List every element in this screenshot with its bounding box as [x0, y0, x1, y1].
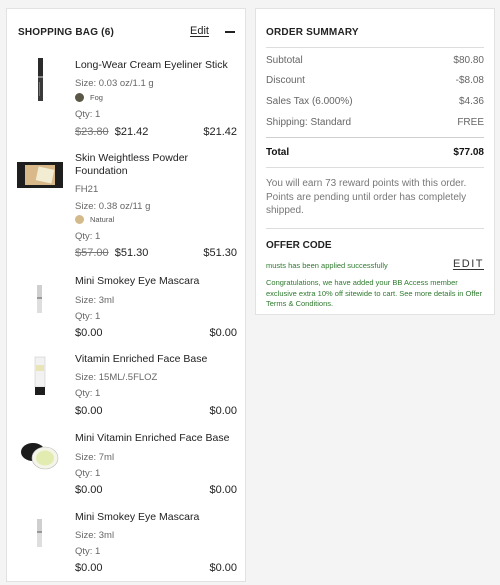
item-name[interactable]: Mini Smokey Eye Mascara	[75, 275, 235, 288]
subtotal-label: Subtotal	[266, 55, 303, 66]
item-qty: Qty: 1	[75, 546, 101, 557]
item-price: $0.00	[75, 562, 103, 574]
mascara-image[interactable]	[15, 513, 65, 553]
face-base-jar-image[interactable]	[15, 434, 65, 478]
powder-foundation-image[interactable]	[15, 154, 65, 194]
divider	[266, 137, 484, 138]
tax-value: $4.36	[458, 96, 484, 107]
item-total: $0.00	[209, 405, 237, 417]
item-total: $0.00	[209, 327, 237, 339]
shopping-bag-panel: SHOPPING BAG (6) Edit Long-Wear Cream Ey…	[6, 8, 246, 582]
bag-title: SHOPPING BAG (6)	[18, 27, 114, 38]
mascara-image[interactable]	[15, 279, 65, 319]
item-qty: Qty: 1	[75, 311, 101, 322]
item-name[interactable]: Vitamin Enriched Face Base	[75, 353, 235, 366]
bag-header: SHOPPING BAG (6) Edit	[18, 25, 235, 39]
item-price-row: $0.00 $0.00	[75, 484, 237, 498]
divider	[266, 47, 484, 48]
shade-swatch	[75, 93, 84, 102]
item-price-row: $0.00 $0.00	[75, 405, 237, 419]
item-size: Size: 15ML/.5FLOZ	[75, 372, 158, 383]
item-shade: Natural	[75, 215, 114, 224]
item-total: $21.42	[203, 126, 237, 138]
eyeliner-product-image[interactable]	[15, 55, 65, 105]
item-price-row: $57.00 $51.30 $51.30	[75, 247, 237, 261]
order-summary-title: ORDER SUMMARY	[266, 27, 359, 38]
shade-name: Natural	[90, 215, 115, 224]
item-price: $21.42	[114, 126, 149, 138]
divider	[266, 167, 484, 168]
item-shade: Fog	[75, 93, 103, 102]
offer-edit-link[interactable]: EDIT	[453, 258, 484, 270]
item-price: $0.00	[75, 405, 103, 417]
discount-row: Discount -$8.08	[266, 75, 484, 88]
discount-value: -$8.08	[455, 75, 484, 86]
subtotal-value: $80.80	[453, 55, 484, 66]
item-size: Size: 3ml	[75, 295, 115, 306]
item-original-price: $23.80	[75, 126, 109, 138]
item-price-row: $23.80 $21.42 $21.42	[75, 126, 237, 140]
item-price: $0.00	[75, 484, 103, 496]
face-base-tube-image[interactable]	[15, 353, 65, 401]
item-size: Size: 0.38 oz/11 g	[75, 201, 151, 212]
item-size: Size: 0.03 oz/1.1 g	[75, 78, 154, 89]
item-qty: Qty: 1	[75, 231, 101, 242]
offer-congrats-message: Congratulations, we have added your BB A…	[266, 278, 483, 308]
offer-code-title: OFFER CODE	[266, 240, 332, 251]
bag-item: Vitamin Enriched Face Base Size: 15ML/.5…	[7, 345, 247, 420]
item-size: Size: 7ml	[75, 452, 115, 463]
item-total: $51.30	[203, 247, 237, 259]
item-size: Size: 3ml	[75, 530, 115, 541]
tax-label: Sales Tax (6.000%)	[266, 96, 353, 107]
item-name[interactable]: Long-Wear Cream Eyeliner Stick	[75, 59, 235, 72]
item-total: $0.00	[209, 484, 237, 496]
shade-name: Fog	[90, 93, 103, 102]
discount-label: Discount	[266, 75, 305, 86]
item-qty: Qty: 1	[75, 109, 101, 120]
reward-points-message: You will earn 73 reward points with this…	[266, 178, 467, 216]
total-row: Total $77.08	[266, 147, 484, 160]
bag-item: Mini Smokey Eye Mascara Size: 3ml Qty: 1…	[7, 267, 247, 342]
offer-applied-message: musts has been applied successfully	[266, 261, 388, 270]
collapse-icon[interactable]	[225, 31, 235, 33]
shipping-row: Shipping: Standard FREE	[266, 117, 484, 130]
item-name[interactable]: Mini Smokey Eye Mascara	[75, 511, 235, 524]
item-price: $0.00	[75, 327, 103, 339]
item-price-row: $0.00 $0.00	[75, 562, 237, 576]
shipping-value: FREE	[457, 117, 484, 128]
order-summary-panel: ORDER SUMMARY Subtotal $80.80 Discount -…	[255, 8, 495, 315]
bag-item: Long-Wear Cream Eyeliner Stick Size: 0.0…	[7, 51, 247, 138]
shade-swatch	[75, 215, 84, 224]
total-label: Total	[266, 147, 290, 158]
tax-row: Sales Tax (6.000%) $4.36	[266, 96, 484, 109]
bag-edit-link[interactable]: Edit	[190, 25, 209, 37]
item-price-row: $0.00 $0.00	[75, 327, 237, 341]
item-price: $51.30	[114, 247, 149, 259]
bag-item: Skin Weightless Powder Foundation FH21 S…	[7, 146, 247, 259]
item-original-price: $57.00	[75, 247, 109, 259]
divider	[266, 228, 484, 229]
item-qty: Qty: 1	[75, 388, 101, 399]
item-name[interactable]: Skin Weightless Powder Foundation	[75, 152, 235, 178]
bag-item: Mini Smokey Eye Mascara Size: 3ml Qty: 1…	[7, 503, 247, 578]
shipping-label: Shipping: Standard	[266, 117, 352, 128]
item-qty: Qty: 1	[75, 468, 101, 479]
subtotal-row: Subtotal $80.80	[266, 55, 484, 68]
total-value: $77.08	[453, 147, 484, 158]
bag-item: Mini Vitamin Enriched Face Base Size: 7m…	[7, 424, 247, 499]
item-code: FH21	[75, 184, 99, 195]
item-name[interactable]: Mini Vitamin Enriched Face Base	[75, 432, 235, 445]
item-total: $0.00	[209, 562, 237, 574]
